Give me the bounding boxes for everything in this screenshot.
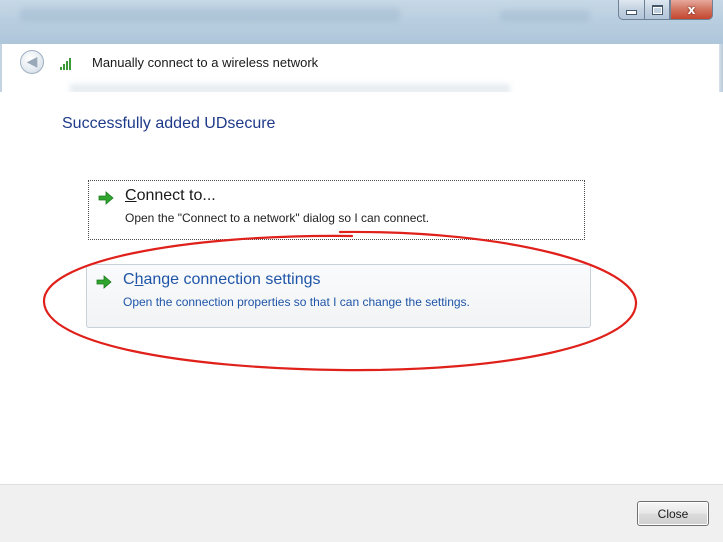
change-connection-settings-command-link[interactable]: Change connection settings Open the conn… [86, 264, 591, 328]
back-button[interactable]: ◀ [20, 50, 44, 74]
connect-to-label: Connect to... [125, 187, 216, 204]
change-connection-settings-label: Change connection settings [123, 271, 321, 288]
minimize-icon [626, 10, 637, 15]
connect-to-description: Open the "Connect to a network" dialog s… [125, 211, 430, 225]
maximize-icon [651, 4, 663, 15]
green-arrow-icon [98, 191, 114, 205]
wireless-connection-window: x ◀ Manually connect to a wireless netwo… [0, 0, 723, 542]
wireless-signal-icon [60, 56, 80, 70]
title-bar: x [0, 0, 723, 44]
minimize-button[interactable] [618, 0, 644, 20]
close-button[interactable]: Close [637, 501, 709, 526]
back-arrow-icon: ◀ [26, 54, 38, 70]
address-bar-blurred [20, 8, 400, 22]
close-icon: x [687, 2, 696, 17]
connect-to-command-link[interactable]: Connect to... Open the "Connect to a net… [88, 180, 585, 240]
window-close-button[interactable]: x [670, 0, 713, 20]
content-area: Successfully added UDsecure Connect to..… [0, 92, 723, 484]
wizard-title: Manually connect to a wireless network [92, 55, 319, 70]
page-heading: Successfully added UDsecure [62, 115, 276, 132]
maximize-button[interactable] [644, 0, 670, 20]
search-box-blurred [500, 10, 590, 22]
caption-buttons: x [618, 0, 713, 20]
change-connection-settings-description: Open the connection properties so that I… [123, 295, 470, 309]
dialog-footer: Close [0, 484, 723, 542]
green-arrow-icon [96, 275, 112, 289]
